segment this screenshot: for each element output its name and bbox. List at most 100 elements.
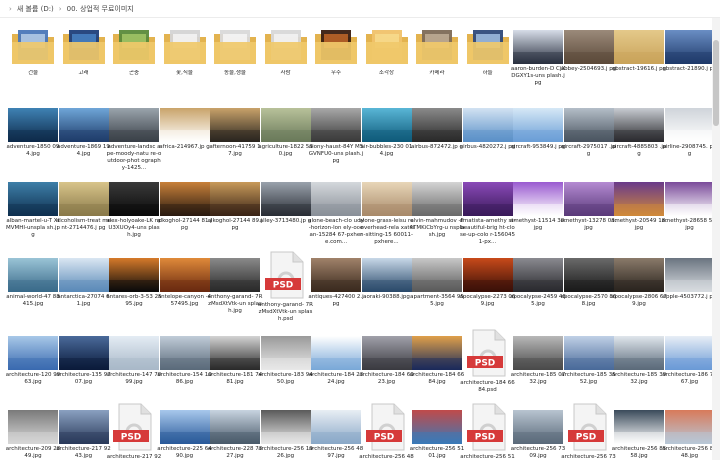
file-label: antiques-427400 2.jpg <box>308 294 364 307</box>
psd-file-icon: PSD <box>466 329 505 377</box>
file-label: architecture-184 6684.psd <box>460 380 515 393</box>
image-thumbnail <box>260 336 311 370</box>
folder-icon <box>113 30 155 64</box>
file-label: architecture-154 1086.jpg <box>157 372 212 385</box>
folder-icon <box>214 30 256 64</box>
address-bar[interactable]: › 새 볼륨 (D:) › 00. 상업적 무료이미지 <box>0 0 720 18</box>
image-thumbnail <box>412 258 462 292</box>
image-thumbnail <box>159 258 210 292</box>
folder-icon <box>466 30 509 64</box>
psd-file-icon: PSD <box>365 403 404 451</box>
file-label: adventure-landsc ape-moody-natu re-outdo… <box>106 144 162 171</box>
file-label: anthony-garand- 7RzMsdXtVtk-un splash.ps… <box>257 302 314 322</box>
image-thumbnail <box>260 182 311 216</box>
file-label: 우주 <box>330 70 342 76</box>
image-thumbnail <box>159 108 210 142</box>
image-thumbnail <box>412 410 462 444</box>
file-label: 꽃,식물 <box>176 70 193 76</box>
image-thumbnail <box>58 108 109 142</box>
vertical-scrollbar[interactable] <box>712 18 720 460</box>
file-label: 조각상 <box>378 70 395 76</box>
file-label: aaron-burden-D CjXDGXY1s-uns plash.jpg <box>510 66 566 86</box>
image-thumbnail <box>563 30 614 64</box>
image-thumbnail <box>109 336 159 370</box>
image-thumbnail <box>614 410 664 444</box>
file-label: antarctica-27074 61.jpg <box>57 294 110 307</box>
image-thumbnail <box>664 30 715 64</box>
chevron-right-icon: › <box>58 4 62 13</box>
image-thumbnail <box>8 258 58 292</box>
image-thumbnail <box>614 336 664 370</box>
image-thumbnail <box>8 108 58 142</box>
file-label: architecture-147 7099.jpg <box>106 372 162 385</box>
file-label: alcoholism-treat ment-2714476.j pg <box>55 218 112 231</box>
breadcrumb-drive[interactable]: 새 볼륨 (D:) <box>17 4 54 14</box>
image-thumbnail <box>210 182 260 216</box>
image-thumbnail <box>563 336 614 370</box>
file-label: architecture-256 8558.jpg <box>611 446 667 459</box>
image-thumbnail <box>513 182 563 216</box>
file-label: architecture-185 3552.jpg <box>561 372 616 385</box>
file-label: animal-world-47 88415.jpg <box>6 294 60 307</box>
file-label: architecture-256 1926.jpg <box>258 446 313 459</box>
folder-icon <box>416 30 458 64</box>
image-thumbnail <box>210 258 260 292</box>
file-label: abbey-2504693.j pg <box>560 66 617 72</box>
file-label: antares-orb-3-53 2595.jpg <box>106 294 162 307</box>
svg-text:PSD: PSD <box>474 359 495 369</box>
file-label: architecture-228 7327.jpg <box>207 446 263 459</box>
image-thumbnail <box>210 108 260 142</box>
image-thumbnail <box>462 108 513 142</box>
file-label: architecture-120 9963.jpg <box>5 372 61 385</box>
file-label: amatista-amethy st-beautiful-brig ht-clo… <box>459 218 516 245</box>
file-label: aircraft-2975017 .jpg <box>561 144 616 157</box>
scrollbar-thumb[interactable] <box>713 40 719 126</box>
file-label: architecture-256 7309.jpg <box>510 446 566 459</box>
file-label: adventure-1850 094.jpg <box>6 144 60 157</box>
file-label: architecture-184 6684.jpg <box>409 372 465 385</box>
image-thumbnail <box>210 336 260 370</box>
image-thumbnail <box>513 336 563 370</box>
psd-file-icon: PSD <box>466 403 505 451</box>
image-thumbnail <box>361 336 412 370</box>
image-thumbnail <box>260 108 311 142</box>
file-label: airline-2908745. png <box>662 144 717 157</box>
image-thumbnail <box>8 182 58 216</box>
file-label: 동물,생물 <box>224 70 246 76</box>
file-label: afternoon-41759 17.jpg <box>209 144 261 157</box>
image-thumbnail <box>361 182 412 216</box>
file-label: architecture-256 5101.psd <box>460 454 515 460</box>
psd-file-icon: PSD <box>567 403 606 451</box>
file-label: architecture-181 7481.jpg <box>207 372 263 385</box>
image-thumbnail <box>311 182 361 216</box>
folder-icon <box>315 30 357 64</box>
folder-icon <box>264 30 307 64</box>
image-thumbnail <box>614 258 664 292</box>
file-label: architecture-256 4897.jpg <box>308 446 364 459</box>
image-thumbnail <box>412 182 462 216</box>
breadcrumb-folder[interactable]: 00. 상업적 무료이미지 <box>67 4 134 14</box>
image-thumbnail <box>109 182 159 216</box>
image-thumbnail <box>159 182 210 216</box>
file-label: apocalypse-2806 679.jpg <box>611 294 667 307</box>
file-label: architecture-185 0732.jpg <box>510 372 566 385</box>
file-label: amethyst-11514 30.jpg <box>510 218 566 231</box>
file-label: architecture-209 2849.jpg <box>5 446 61 459</box>
file-label: alvin-mahmudov -F4TMKiCbYrg-u nsplash.jp… <box>409 218 465 238</box>
file-label: architecture-256 8948.jpg <box>662 446 717 459</box>
image-thumbnail <box>159 410 210 444</box>
file-label: airbus-872472.jp g <box>411 144 463 150</box>
folder-icon <box>365 30 408 64</box>
image-thumbnail <box>8 336 58 370</box>
file-label: abstract-19616.j pg <box>611 66 667 72</box>
file-label: architecture-256 4897.psd <box>359 454 414 460</box>
image-thumbnail <box>109 258 159 292</box>
file-label: 고래 <box>78 70 89 76</box>
file-label: architecture-217 9243.jpg <box>56 446 111 459</box>
file-label: airbus-4820272.j pg <box>459 144 516 150</box>
image-thumbnail <box>311 108 361 142</box>
image-thumbnail <box>260 410 311 444</box>
file-label: architecture-217 9243.psd <box>106 454 162 460</box>
file-label: alban-martel-u-T XtMVMHI-unspla sh.jpg <box>5 218 61 238</box>
image-thumbnail <box>462 258 513 292</box>
